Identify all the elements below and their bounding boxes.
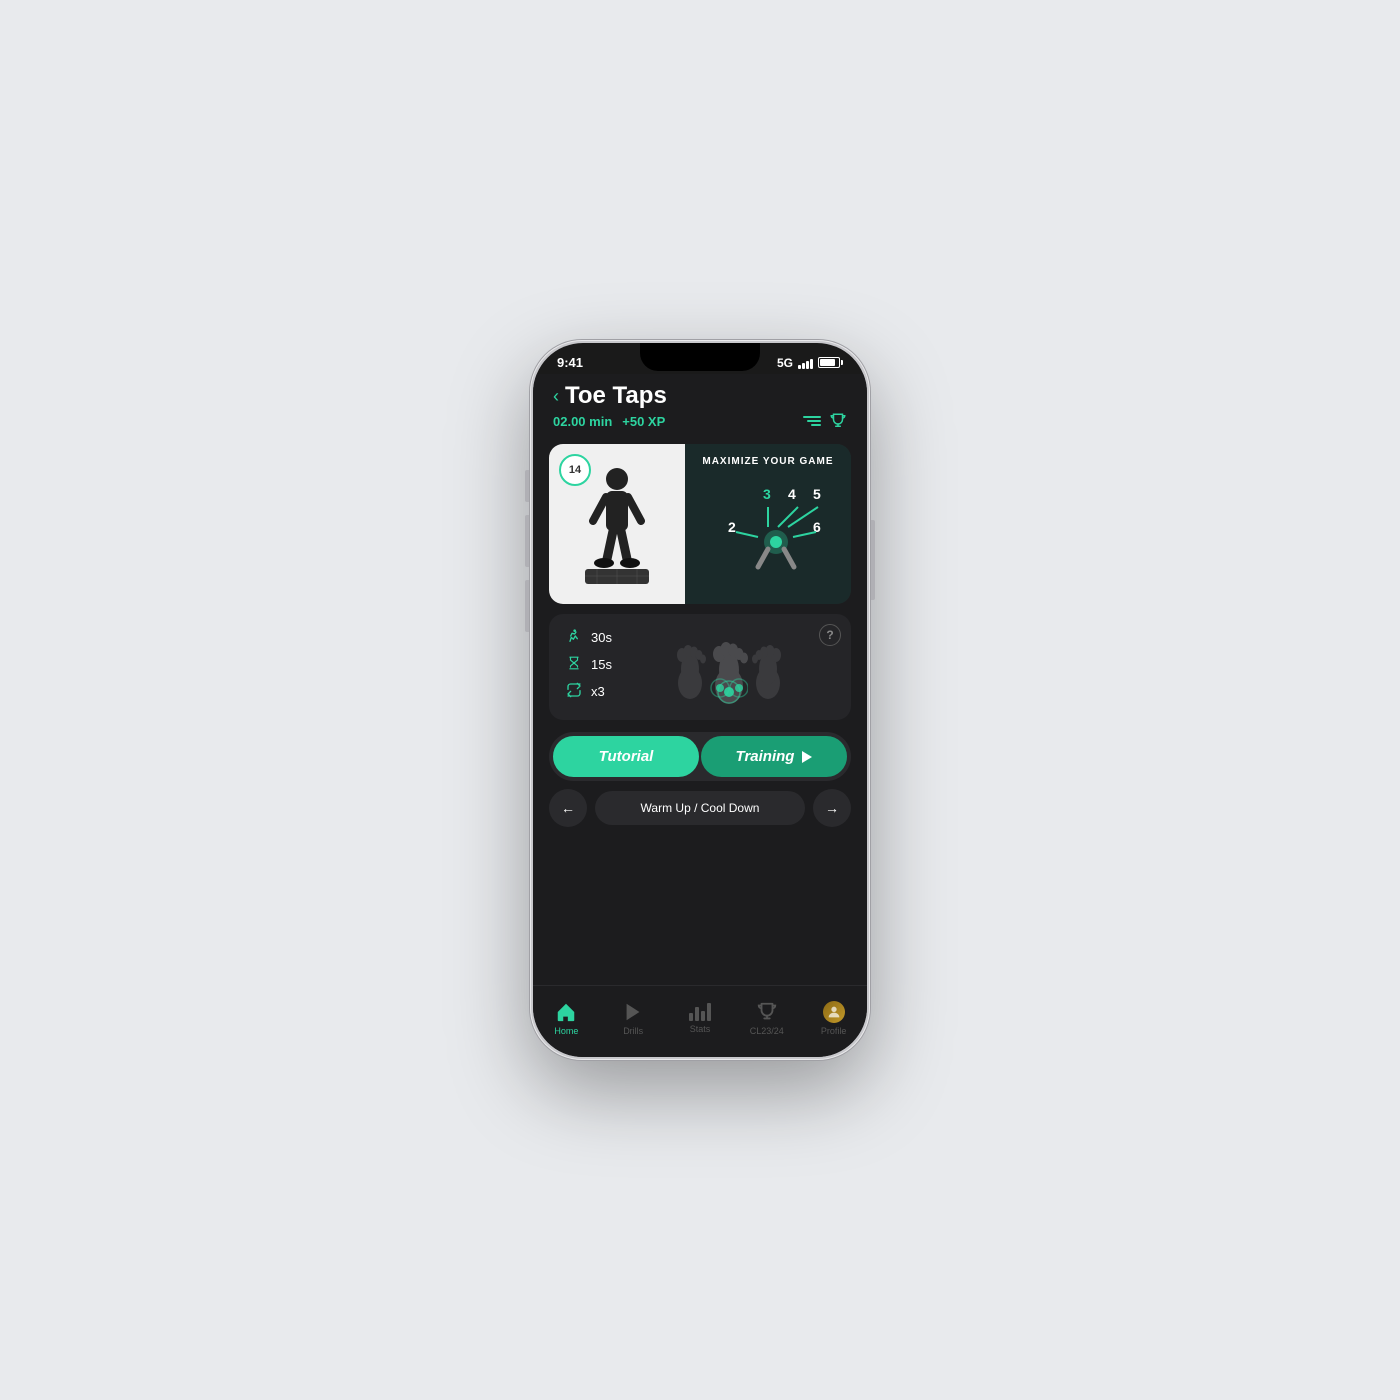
tab-home[interactable]: Home [541, 1001, 591, 1036]
network-label: 5G [777, 356, 793, 370]
tab-stats[interactable]: Stats [675, 1003, 725, 1034]
duration-text: 02.00 min [553, 414, 612, 429]
subtitle-row: 02.00 min +50 XP [553, 412, 847, 430]
phone-screen: 9:41 5G [533, 343, 867, 1057]
tab-drills[interactable]: Drills [608, 1001, 658, 1036]
run-icon [565, 628, 583, 647]
action-buttons: Tutorial Training [549, 732, 851, 781]
tab-drills-label: Drills [623, 1026, 643, 1036]
volume-up-button[interactable] [525, 515, 529, 567]
status-bar: 9:41 5G [533, 343, 867, 374]
volume-down-button[interactable] [525, 580, 529, 632]
subtitle-left: 02.00 min +50 XP [553, 414, 665, 429]
help-button[interactable]: ? [819, 624, 841, 646]
sets-value: x3 [591, 684, 605, 699]
svg-text:2: 2 [728, 519, 736, 535]
tab-profile[interactable]: Profile [809, 1001, 859, 1036]
tab-profile-label: Profile [821, 1026, 847, 1036]
prev-button[interactable]: ← [549, 789, 587, 827]
phone-frame: 9:41 5G [530, 340, 870, 1060]
hourglass-icon [565, 655, 583, 674]
cl-trophy-icon [756, 1001, 778, 1023]
feet-display [624, 628, 835, 706]
svg-text:3: 3 [763, 486, 771, 502]
video-timer: 14 [559, 454, 591, 486]
tab-bar: Home Drills Stats [533, 985, 867, 1057]
duration-value: 30s [591, 630, 612, 645]
next-button[interactable]: → [813, 789, 851, 827]
video-section: 14 [549, 444, 851, 604]
warm-up-button[interactable]: Warm Up / Cool Down [595, 791, 805, 825]
page-title: Toe Taps [565, 382, 667, 410]
back-title-row: ‹ Toe Taps [553, 382, 847, 410]
center-foot-icon [710, 628, 748, 706]
stats-bars-icon [689, 1003, 711, 1021]
tab-home-label: Home [554, 1026, 578, 1036]
tab-cl-label: CL23/24 [750, 1026, 784, 1036]
home-icon [555, 1001, 577, 1023]
xp-text: +50 XP [622, 414, 665, 429]
repeat-icon [565, 682, 583, 701]
person-silhouette [577, 459, 657, 589]
mute-button[interactable] [525, 470, 529, 502]
left-foot-icon [674, 633, 706, 701]
duration-stat: 30s [565, 628, 612, 647]
exercise-card: 30s 15s [549, 614, 851, 720]
video-title-text: MAXIMIZE YOUR GAME [685, 456, 851, 467]
subtitle-icons [803, 412, 847, 430]
training-button[interactable]: Training [701, 736, 847, 777]
training-label: Training [736, 748, 795, 765]
status-icons: 5G [777, 356, 843, 370]
avatar-icon [823, 1001, 845, 1023]
svg-text:5: 5 [813, 486, 821, 502]
rest-stat: 15s [565, 655, 612, 674]
right-foot-icon [752, 633, 784, 701]
back-button[interactable]: ‹ [553, 386, 559, 407]
tab-stats-label: Stats [690, 1024, 711, 1034]
time-display: 9:41 [557, 355, 583, 370]
power-button[interactable] [871, 520, 875, 600]
nav-row: ← Warm Up / Cool Down → [549, 789, 851, 827]
battery-icon [818, 357, 843, 368]
speed-lines-icon [803, 416, 821, 426]
video-right-panel: MAXIMIZE YOUR GAME 3 4 5 2 6 [685, 444, 851, 604]
video-left-panel: 14 [549, 444, 685, 604]
screen-content: ‹ Toe Taps 02.00 min +50 XP [533, 374, 867, 985]
sets-stat: x3 [565, 682, 612, 701]
diagram-svg: 3 4 5 2 6 [698, 477, 838, 587]
tutorial-button[interactable]: Tutorial [553, 736, 699, 777]
header: ‹ Toe Taps 02.00 min +50 XP [533, 374, 867, 434]
play-icon [802, 751, 812, 763]
drills-icon [622, 1001, 644, 1023]
exercise-stats: 30s 15s [565, 628, 612, 706]
tab-cl[interactable]: CL23/24 [742, 1001, 792, 1036]
rest-value: 15s [591, 657, 612, 672]
svg-text:4: 4 [788, 486, 796, 502]
signal-icon [798, 357, 813, 369]
trophy-icon [829, 412, 847, 430]
